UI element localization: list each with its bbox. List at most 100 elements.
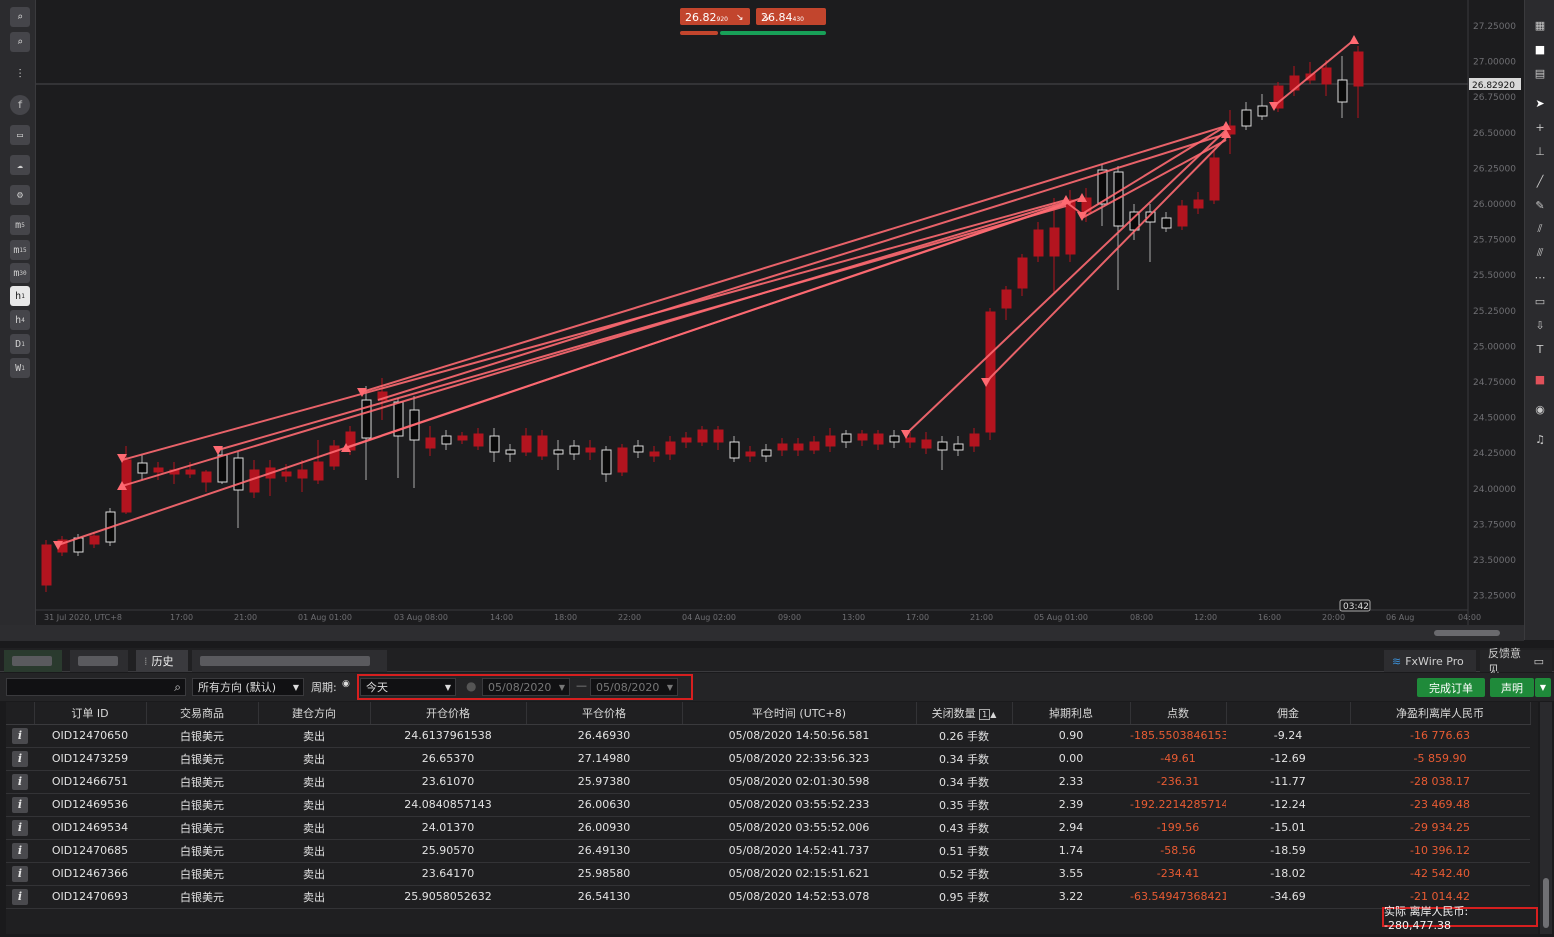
table-row[interactable]: i OID12467366 白银美元 卖出 23.64170 25.98580 05/08/… [6, 862, 1530, 886]
timeframe-w1[interactable]: W1 [10, 358, 30, 378]
cell-close-time: 05/08/2020 02:15:51.621 [682, 862, 916, 886]
grid-lines-icon[interactable]: ⋯ [1531, 268, 1549, 286]
bell-icon[interactable]: ♫ [1531, 430, 1549, 448]
search-icon: ⌕ [174, 680, 181, 694]
facebook-icon[interactable]: f [10, 95, 30, 115]
crosshair-icon[interactable]: + [1531, 118, 1549, 136]
header-instrument[interactable]: 交易商品 [146, 702, 259, 725]
table-row[interactable]: i OID12473259 白银美元 卖出 26.65370 27.14980 05/08/… [6, 747, 1530, 771]
cell-close-qty: 0.43 手数 [916, 816, 1012, 840]
cell-close-time: 05/08/2020 03:55:52.233 [682, 793, 916, 817]
header-close-time[interactable]: 平仓时间 (UTC+8) [682, 702, 917, 725]
timeframe-h4[interactable]: h4 [10, 310, 30, 330]
cell-direction: 卖出 [258, 770, 370, 794]
header-net-profit[interactable]: 净盈利离岸人民币 [1350, 702, 1531, 725]
tab-blurred-3[interactable] [192, 650, 387, 672]
tab-blurred-1[interactable] [4, 650, 62, 672]
timeframe-d1[interactable]: D1 [10, 334, 30, 354]
chevron-down-icon: ▼ [292, 682, 299, 692]
cell-order-id: OID12467366 [34, 862, 146, 886]
settings-icon[interactable]: ⚙ [10, 185, 30, 205]
table-scrollbar-thumb[interactable] [1543, 878, 1549, 928]
timeframe-h1[interactable]: h1 [10, 286, 30, 306]
info-icon[interactable]: i [12, 888, 28, 905]
info-cell: i [6, 839, 34, 863]
info-icon[interactable]: i [12, 819, 28, 836]
measure-icon[interactable]: ⊥ [1531, 142, 1549, 160]
trendline-icon[interactable]: ╱ [1531, 172, 1549, 190]
spread-bar-red [680, 31, 718, 35]
info-icon[interactable]: i [12, 773, 28, 790]
arrow-tool-icon[interactable]: ⇩ [1531, 316, 1549, 334]
history-table: 订单 ID 交易商品 建仓方向 开仓价格 平仓价格 平仓时间 (UTC+8) 关… [6, 702, 1538, 934]
candle-body [745, 451, 756, 457]
period-radio[interactable]: ◉ [342, 679, 350, 689]
chat-icon[interactable]: ▭ [10, 125, 30, 145]
header-close-price[interactable]: 平仓价格 [526, 702, 683, 725]
layout-grid-icon[interactable]: ▦ [1531, 16, 1549, 34]
declare-dropdown-button[interactable]: ▼ [1535, 678, 1551, 697]
table-row[interactable]: i OID12470693 白银美元 卖出 25.9058052632 26.54130 0… [6, 885, 1530, 909]
y-tick-label: 24.00000 [1473, 485, 1516, 495]
info-icon[interactable]: i [12, 865, 28, 882]
layout-single-icon[interactable]: ■ [1531, 40, 1549, 58]
header-close-qty[interactable]: 关闭数量 1 ▲ [916, 702, 1013, 725]
period-label: 周期: [311, 681, 337, 694]
candle-body [489, 435, 500, 453]
direction-select[interactable]: 所有方向 (默认) ▼ [192, 678, 304, 696]
info-icon[interactable]: i [12, 796, 28, 813]
scrollbar-thumb[interactable] [1434, 630, 1500, 636]
info-icon[interactable]: i [12, 842, 28, 859]
header-swap[interactable]: 掉期利息 [1012, 702, 1131, 725]
header-commission[interactable]: 佣金 [1226, 702, 1351, 725]
camera-icon[interactable]: ◉ [1531, 400, 1549, 418]
table-scrollbar[interactable] [1540, 702, 1552, 934]
table-row[interactable]: i OID12469534 白银美元 卖出 24.01370 26.00930 05/08/… [6, 816, 1530, 840]
cell-commission: -11.77 [1226, 770, 1350, 794]
x-tick-label: 12:00 [1194, 613, 1217, 622]
cell-direction: 卖出 [258, 793, 370, 817]
cell-instrument: 白银美元 [146, 839, 258, 863]
tab-blurred-2[interactable] [70, 650, 128, 672]
layout-split-icon[interactable]: ▤ [1531, 64, 1549, 82]
candle-body [905, 437, 916, 443]
channel-icon[interactable]: ⫻ [1531, 244, 1549, 262]
info-cell: i [6, 724, 34, 748]
search-input[interactable]: ⌕ [6, 678, 186, 696]
complete-orders-button[interactable]: 完成订单 [1417, 678, 1485, 697]
x-tick-label: 03 Aug 08:00 [394, 613, 448, 622]
chart-scrollbar[interactable] [0, 625, 1524, 641]
rectangle-icon[interactable]: ▭ [1531, 292, 1549, 310]
color-picker-icon[interactable]: ■ [1531, 370, 1549, 388]
table-row[interactable]: i OID12466751 白银美元 卖出 23.61070 25.97380 05/08/… [6, 770, 1530, 794]
text-tool-icon[interactable]: T [1531, 340, 1549, 358]
timeframe-m15[interactable]: m 15 [10, 240, 30, 260]
tab-history[interactable]: ⁞ 历史 [136, 650, 188, 672]
timeframe-m30[interactable]: m 30 [10, 263, 30, 283]
declare-button[interactable]: 声明 [1490, 678, 1534, 697]
cursor-icon[interactable]: ➤ [1531, 94, 1549, 112]
fib-icon[interactable]: ⫽ [1531, 220, 1549, 238]
header-direction[interactable]: 建仓方向 [258, 702, 371, 725]
info-icon[interactable]: i [12, 727, 28, 744]
info-icon[interactable]: i [12, 750, 28, 767]
feedback-link[interactable]: 反馈意见 ▭ [1480, 647, 1552, 676]
weather-icon[interactable]: ☁ [10, 155, 30, 175]
header-open-price[interactable]: 开仓价格 [370, 702, 527, 725]
header-order-id[interactable]: 订单 ID [34, 702, 147, 725]
table-row[interactable]: i OID12469536 白银美元 卖出 24.0840857143 26.00630 0… [6, 793, 1530, 817]
fxwire-link[interactable]: ≋ FxWire Pro [1384, 650, 1476, 672]
candlestick-chart[interactable]: 27.25000 27.00000 26.75000 26.50000 26.25000… [36, 0, 1524, 625]
price-chart[interactable]: 27.25000 27.00000 26.75000 26.50000 26.25000… [36, 0, 1524, 625]
header-points[interactable]: 点数 [1130, 702, 1227, 725]
table-row[interactable]: i OID12470685 白银美元 卖出 25.90570 26.49130 05/08/… [6, 839, 1530, 863]
zoom-out-icon[interactable]: ⌕ [10, 32, 30, 52]
cell-close-time: 05/08/2020 22:33:56.323 [682, 747, 916, 771]
pencil-icon[interactable]: ✎ [1531, 196, 1549, 214]
indicator-icon[interactable]: ⫶ [10, 64, 30, 84]
candle-body [1209, 157, 1220, 201]
cell-order-id: OID12470650 [34, 724, 146, 748]
zoom-in-icon[interactable]: ⌕ [10, 7, 30, 27]
timeframe-m5[interactable]: m5 [10, 215, 30, 235]
table-row[interactable]: i OID12470650 白银美元 卖出 24.6137961538 26.46930 0… [6, 724, 1530, 748]
